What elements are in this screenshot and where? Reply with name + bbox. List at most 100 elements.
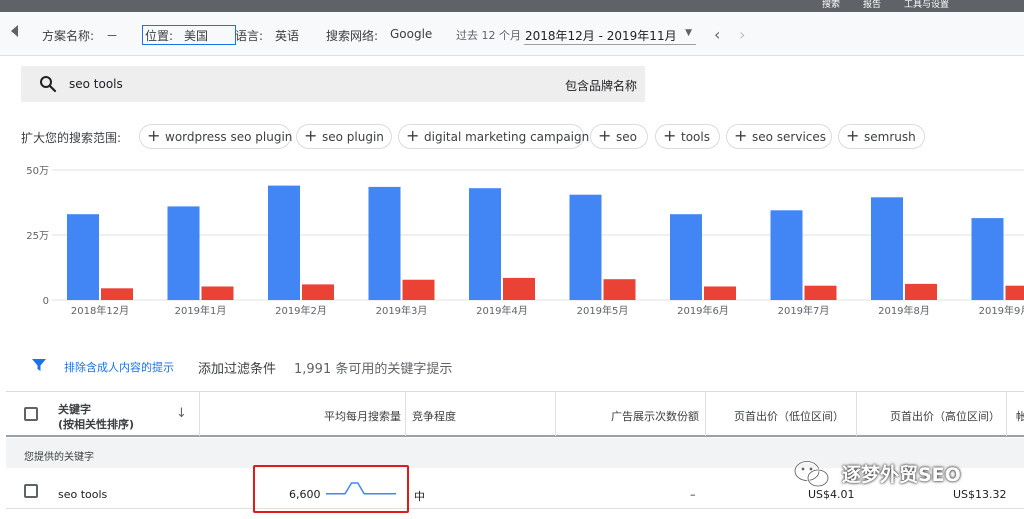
x-tick-label: 2018年12月 (71, 304, 129, 317)
keyword-count: 1,991 条可用的关键字提示 (294, 362, 453, 377)
competition-column-header[interactable]: 竞争程度 (406, 392, 556, 436)
location-value: 美国 (184, 29, 209, 43)
keyword-header-label: 关键字 (58, 403, 91, 416)
next-period-icon[interactable]: › (739, 25, 745, 44)
avg-searches-header-label: 平均每月搜索量 (324, 410, 401, 423)
highlight-annotation-box (253, 465, 409, 513)
y-tick-label: 25万 (26, 231, 49, 242)
location-label: 位置: (145, 29, 174, 43)
keyword-search-box[interactable]: seo tools 包含品牌名称 (21, 66, 645, 102)
bar-search-volume[interactable] (670, 214, 702, 300)
bar-mobile-volume[interactable] (101, 288, 133, 300)
bar-mobile-volume[interactable] (402, 279, 435, 300)
bar-mobile-volume[interactable] (905, 283, 937, 300)
y-tick-label: 0 (43, 296, 49, 307)
plus-icon: + (846, 126, 860, 145)
bar-search-volume[interactable] (167, 206, 200, 300)
x-tick-label: 2019年7月 (778, 304, 830, 317)
bar-search-volume[interactable] (871, 197, 903, 300)
chip-digital-marketing-campaign[interactable]: + digital marketing campaign (398, 124, 589, 149)
bar-search-volume[interactable] (469, 188, 501, 300)
bar-mobile-volume[interactable] (302, 284, 334, 300)
row-checkbox[interactable] (24, 484, 38, 498)
plan-name-label: 方案名称: (42, 29, 95, 43)
chip-seo-plugin[interactable]: + seo plugin (296, 124, 392, 149)
group-label: 您提供的关键字 (24, 452, 94, 463)
wechat-logo-icon (793, 460, 830, 488)
plus-icon: + (598, 126, 612, 145)
bar-search-volume[interactable] (971, 218, 1004, 300)
chip-seo-services[interactable]: + seo services (726, 124, 832, 149)
x-tick-label: 2019年1月 (175, 304, 227, 317)
search-query[interactable]: seo tools (69, 77, 123, 91)
bar-search-volume[interactable] (368, 186, 401, 300)
x-tick-label: 2019年6月 (677, 304, 729, 317)
y-tick-label: 50万 (26, 166, 49, 177)
plus-icon: + (304, 126, 318, 145)
table-header: 关键字 (按相关性排序) ↓ 平均每月搜索量 竞争程度 广告展示次数份额 页首出… (6, 391, 1024, 437)
language-label: 语言: (235, 29, 264, 43)
avg-searches-column-header[interactable]: 平均每月搜索量 (200, 392, 406, 436)
watermark-text: 逐梦外贸SEO (842, 464, 961, 486)
bar-mobile-volume[interactable] (704, 286, 736, 300)
account-header-label: 帐 (1016, 410, 1024, 423)
plan-filter-bar: 方案名称: － 位置: 美国 语言: 英语 搜索网络: Google 过去 12… (0, 12, 1024, 56)
keyword-sort-label: (按相关性排序) (58, 418, 135, 431)
x-tick-label: 2019年2月 (275, 304, 327, 317)
chip-wordpress-seo-plugin[interactable]: + wordpress seo plugin (139, 124, 292, 149)
x-tick-label: 2019年5月 (577, 304, 629, 317)
date-range-dropdown[interactable]: 2018年12月 - 2019年11月 ▼ (524, 26, 696, 45)
top-menu-search[interactable]: 搜索 (822, 0, 840, 10)
include-brand-option[interactable]: 包含品牌名称 (565, 77, 637, 94)
keyword-column-header[interactable]: 关键字 (按相关性排序) ↓ (6, 392, 200, 436)
x-tick-label: 2019年9月 (979, 304, 1024, 317)
competition-header-label: 竞争程度 (412, 410, 456, 423)
add-filter-button[interactable]: 添加过滤条件 (198, 358, 276, 377)
expand-search-label: 扩大您的搜索范围: (21, 131, 122, 145)
keyword-table: 关键字 (按相关性排序) ↓ 平均每月搜索量 竞争程度 广告展示次数份额 页首出… (6, 391, 1024, 519)
top-menu-tools[interactable]: 工具与设置 (904, 0, 949, 10)
exclude-adult-filter[interactable]: 排除含成人内容的提示 (64, 359, 174, 375)
chip-seo[interactable]: + seo (590, 124, 648, 149)
bar-mobile-volume[interactable] (804, 285, 837, 300)
collapse-arrow-icon[interactable] (8, 24, 30, 44)
bar-search-volume[interactable] (268, 185, 300, 300)
prev-period-icon[interactable]: ‹ (714, 25, 720, 44)
plus-icon: + (406, 126, 420, 145)
bar-mobile-volume[interactable] (603, 279, 636, 300)
sort-arrow-icon[interactable]: ↓ (176, 406, 187, 421)
plus-icon: + (147, 126, 161, 145)
top-app-bar: 搜索 报告 工具与设置 (0, 0, 1024, 12)
network-label: 搜索网络: (326, 29, 379, 43)
x-tick-label: 2019年4月 (476, 304, 528, 317)
period-label: 过去 12 个月 (456, 29, 521, 42)
chip-semrush[interactable]: + semrush (838, 124, 925, 149)
plan-name-value: － (106, 29, 119, 43)
chip-tools[interactable]: + tools (655, 124, 720, 149)
keyword-filter-row: 排除含成人内容的提示 添加过滤条件 1,991 条可用的关键字提示 (0, 355, 1024, 381)
plus-icon: + (734, 126, 748, 145)
select-all-checkbox[interactable] (24, 407, 38, 421)
x-tick-label: 2019年3月 (376, 304, 428, 317)
bar-search-volume[interactable] (67, 214, 99, 300)
top-menu-reports[interactable]: 报告 (863, 0, 881, 10)
row-impression-share: – (690, 488, 696, 501)
language-value[interactable]: 英语 (275, 27, 299, 44)
plus-icon: + (663, 126, 677, 145)
impression-share-header-label: 广告展示次数份额 (611, 410, 699, 423)
date-range-value: 2018年12月 - 2019年11月 (525, 29, 677, 43)
bar-mobile-volume[interactable] (201, 286, 234, 300)
bar-search-volume[interactable] (770, 210, 803, 300)
dropdown-arrow-icon: ▼ (685, 28, 692, 38)
search-icon (40, 76, 57, 93)
filter-icon[interactable] (31, 357, 47, 373)
bar-mobile-volume[interactable] (503, 277, 535, 300)
network-value[interactable]: Google (390, 27, 432, 41)
row-keyword: seo tools (58, 488, 108, 501)
bar-search-volume[interactable] (569, 194, 602, 300)
impression-share-column-header[interactable]: 广告展示次数份额 (556, 392, 706, 436)
bid-high-column-header[interactable]: 页首出价（高位区间） (857, 392, 1007, 436)
bid-low-column-header[interactable]: 页首出价（低位区间） (706, 392, 857, 436)
account-column-header[interactable]: 帐 (1007, 392, 1024, 436)
bar-mobile-volume[interactable] (1005, 285, 1024, 300)
